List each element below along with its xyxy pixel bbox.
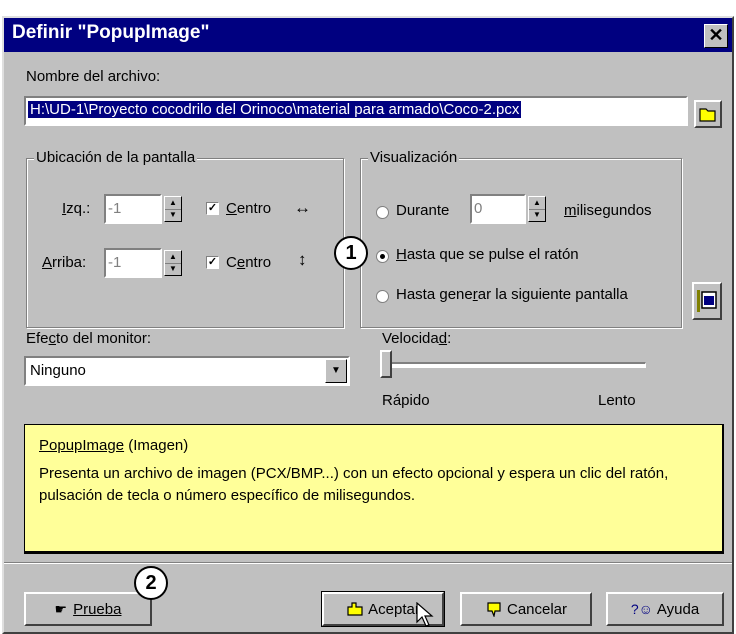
spin-down-icon[interactable]: ▼ [529, 209, 545, 221]
effect-label: Efecto del monitor: [26, 330, 152, 347]
left-spinner[interactable]: ▲ ▼ [164, 196, 182, 222]
close-button[interactable]: ✕ [704, 24, 728, 48]
file-label: Nombre del archivo: [26, 68, 161, 85]
spin-down-icon[interactable]: ▼ [165, 263, 181, 275]
top-value: -1 [108, 254, 122, 271]
speed-slider-handle[interactable] [380, 350, 392, 378]
until-next-label: Hasta generar la siguiente pantalla [396, 286, 628, 303]
screen-options-button[interactable] [692, 282, 722, 320]
left-label: Izq.: [62, 200, 91, 217]
help-button-label: Ayuda [656, 600, 700, 618]
window-title: Definir "PopupImage" [12, 22, 210, 43]
radio-during[interactable] [376, 206, 389, 219]
until-click-label: Hasta que se pulse el ratón [396, 246, 579, 263]
cancel-button[interactable]: Cancelar [460, 592, 592, 626]
browse-file-button[interactable] [694, 100, 722, 128]
speed-slider-track[interactable] [384, 362, 646, 368]
test-button-label: Prueba [73, 600, 122, 618]
top-position-input[interactable]: -1 [104, 248, 162, 278]
info-heading: PopupImage (Imagen) [39, 437, 188, 454]
test-icon: ☛ [54, 600, 68, 617]
callout-badge-1: 1 [334, 236, 368, 270]
file-path-value: H:\UD-1\Proyecto cocodrilo del Orinoco\m… [28, 101, 522, 118]
display-group-title: Visualización [368, 149, 460, 166]
cancel-icon [487, 602, 501, 617]
during-label: Durante [396, 202, 450, 219]
radio-selected-dot [380, 254, 385, 259]
callout-badge-2: 2 [134, 566, 168, 600]
info-subtitle: (Imagen) [128, 437, 189, 454]
file-path-input[interactable]: H:\UD-1\Proyecto cocodrilo del Orinoco\m… [24, 96, 688, 126]
location-group-title: Ubicación de la pantalla [34, 149, 198, 166]
radio-until-click[interactable] [376, 250, 389, 263]
ok-button-label: Aceptar [368, 600, 420, 618]
dialog-window: Definir "PopupImage" ✕ Nombre del archiv… [2, 16, 734, 634]
radio-until-next-screen[interactable] [376, 290, 389, 303]
top-spinner[interactable]: ▲ ▼ [164, 250, 182, 276]
cancel-button-label: Cancelar [506, 600, 568, 618]
close-icon: ✕ [708, 25, 724, 45]
test-button[interactable]: ☛ Prueba [24, 592, 152, 626]
vertical-arrow-icon: ↕ [298, 250, 307, 269]
ok-icon [347, 602, 363, 616]
info-description: Presenta un archivo de imagen (PCX/BMP..… [39, 465, 669, 504]
center-horizontal-checkbox[interactable]: ✓ [206, 202, 219, 215]
help-button[interactable]: ?☺ Ayuda [606, 592, 724, 626]
speed-label: Velocidad: [382, 330, 452, 347]
effect-dropdown[interactable]: Ninguno ▼ [24, 356, 350, 386]
screen-icon [697, 290, 717, 312]
center-vertical-checkbox[interactable]: ✓ [206, 256, 219, 269]
spin-down-icon[interactable]: ▼ [165, 209, 181, 221]
center-horizontal-label: Centro [226, 200, 272, 217]
location-group [26, 158, 344, 328]
top-label: Arriba: [42, 254, 87, 271]
speed-fast-label: Rápido [382, 392, 430, 409]
title-bar[interactable]: Definir "PopupImage" ✕ [4, 18, 732, 52]
effect-value: Ninguno [30, 362, 86, 379]
milliseconds-label: milisegundos [564, 202, 652, 219]
horizontal-arrow-icon: ↔ [294, 198, 311, 217]
info-panel: PopupImage (Imagen) Presenta un archivo … [24, 424, 724, 554]
folder-icon [699, 108, 716, 122]
help-icon: ?☺ [630, 601, 653, 617]
chevron-down-icon[interactable]: ▼ [325, 359, 347, 383]
center-vertical-label: Centro [226, 254, 272, 271]
during-ms-input[interactable]: 0 [470, 194, 526, 224]
mouse-cursor-icon [416, 602, 434, 627]
during-spinner[interactable]: ▲ ▼ [528, 196, 546, 222]
separator [4, 562, 732, 564]
left-position-input[interactable]: -1 [104, 194, 162, 224]
during-ms-value: 0 [474, 200, 483, 217]
info-title[interactable]: PopupImage [39, 437, 124, 454]
speed-slow-label: Lento [598, 392, 636, 409]
left-value: -1 [108, 200, 122, 217]
